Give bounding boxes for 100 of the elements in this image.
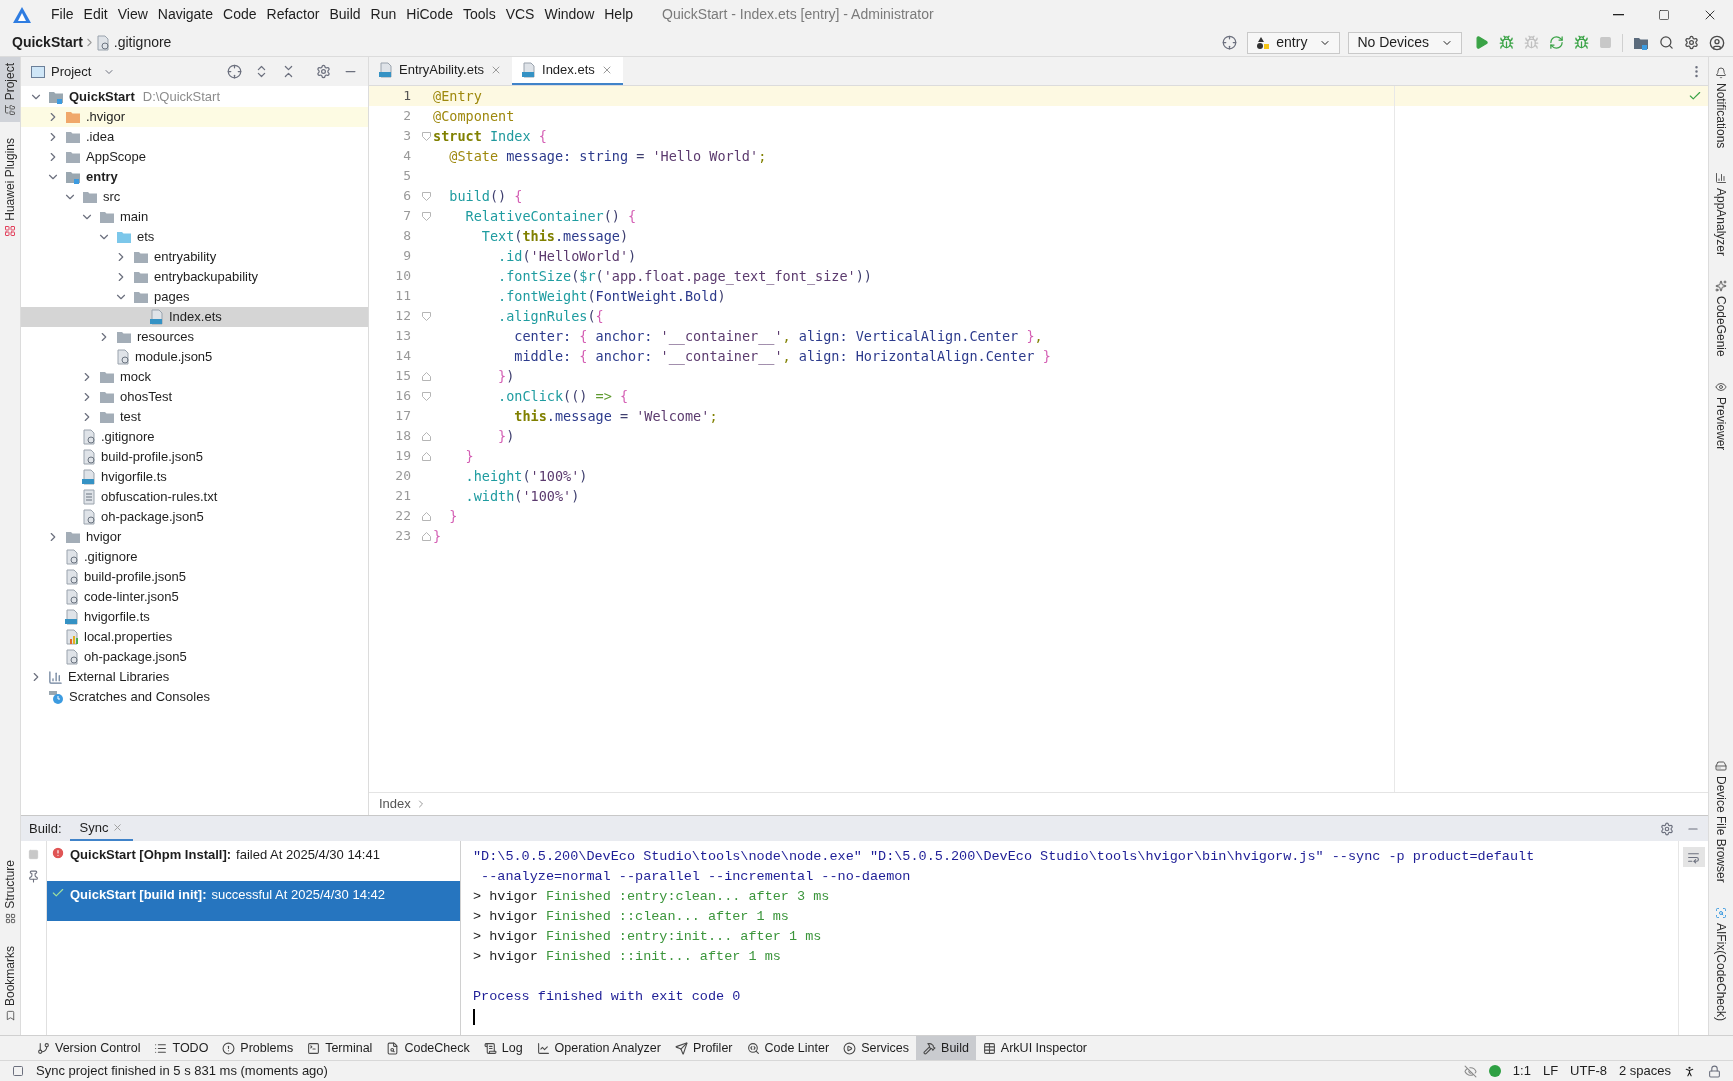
tree-item[interactable]: entrybackupability (21, 267, 368, 287)
profile-icon[interactable] (1574, 35, 1589, 50)
menu-item[interactable]: Code (218, 4, 262, 25)
module-dropdown[interactable]: entry (1247, 31, 1341, 54)
tool-window-button[interactable]: Operation Analyzer (529, 1035, 668, 1061)
caret-position[interactable]: 1:1 (1512, 1061, 1531, 1081)
tool-window-button[interactable]: Log (476, 1035, 530, 1061)
tool-window-tab[interactable]: Huawei Plugins (0, 132, 20, 244)
tree-item[interactable]: Scratches and Consoles (21, 687, 368, 707)
tree-item[interactable]: oh-package.json5 (21, 647, 368, 667)
menu-item[interactable]: VCS (500, 4, 540, 25)
editor-tab[interactable]: Index.ets (512, 57, 623, 85)
menu-item[interactable]: Build (324, 4, 366, 25)
tool-window-button[interactable]: CodeCheck (379, 1035, 477, 1061)
tree-item[interactable]: resources (21, 327, 368, 347)
tree-item[interactable]: main (21, 207, 368, 227)
panel-title[interactable]: Project (51, 61, 92, 82)
tool-window-tab[interactable]: Previewer (1709, 375, 1733, 457)
tree-item[interactable]: .gitignore (21, 427, 368, 447)
lock-icon[interactable] (1708, 1064, 1721, 1078)
tool-window-button[interactable]: Version Control (30, 1035, 148, 1061)
close-tab-icon[interactable] (490, 64, 502, 76)
tree-item[interactable]: oh-package.json5 (21, 507, 368, 527)
tree-item[interactable]: mock (21, 367, 368, 387)
menu-item[interactable]: Edit (78, 4, 113, 25)
tool-window-button[interactable]: Profiler (667, 1035, 740, 1061)
tool-window-tab[interactable]: AppAnalyzer (1709, 166, 1733, 263)
menu-item[interactable]: View (112, 4, 153, 25)
fold-marker-icon[interactable] (421, 191, 431, 201)
menu-item[interactable]: Tools (457, 4, 501, 25)
tree-item[interactable]: entryability (21, 247, 368, 267)
tool-window-tab[interactable]: CodeGenie (1709, 274, 1733, 364)
build-event[interactable]: QuickStart [build init]: successful At 2025/4/30 14:42 (47, 881, 460, 921)
editor-tab[interactable]: EntryAbility.ets (369, 57, 512, 85)
tree-item[interactable]: module.json5 (21, 347, 368, 367)
accessibility-icon[interactable] (1683, 1064, 1696, 1078)
tree-item[interactable]: QuickStart D:\QuickStart (21, 87, 368, 107)
close-tab-icon[interactable] (112, 822, 124, 833)
tree-item[interactable]: hvigor (21, 527, 368, 547)
tool-window-button[interactable]: Terminal (300, 1035, 380, 1061)
tool-window-button[interactable]: Problems (215, 1035, 301, 1061)
tool-window-tab[interactable]: Device File Browser (1709, 754, 1733, 889)
tree-item[interactable]: External Libraries (21, 667, 368, 687)
tree-item[interactable]: pages (21, 287, 368, 307)
search-icon[interactable] (1659, 35, 1674, 50)
tool-window-tab[interactable]: AIFix(CodeCheck) (1709, 900, 1733, 1027)
tree-item[interactable]: Index.ets (21, 307, 368, 327)
menu-item[interactable]: Window (539, 4, 600, 25)
tree-item[interactable]: build-profile.json5 (21, 447, 368, 467)
indent-setting[interactable]: 2 spaces (1618, 1061, 1671, 1081)
tree-item[interactable]: ets (21, 227, 368, 247)
apply-changes-icon[interactable] (1549, 35, 1564, 50)
tool-window-tab[interactable]: Notifications (1709, 61, 1733, 155)
build-tab[interactable]: Sync (69, 816, 134, 841)
menu-item[interactable]: Navigate (152, 4, 219, 25)
fold-marker-icon[interactable] (421, 131, 431, 141)
line-separator[interactable]: LF (1542, 1061, 1559, 1081)
file-encoding[interactable]: UTF-8 (1570, 1061, 1607, 1081)
settings-icon[interactable] (316, 64, 331, 79)
tool-window-tab[interactable]: Bookmarks (0, 939, 20, 1027)
menu-item[interactable]: Refactor (261, 4, 325, 25)
tool-window-tab[interactable]: Project (0, 57, 20, 123)
tool-window-tab[interactable]: Structure (0, 854, 20, 930)
tree-item[interactable]: hvigorfile.ts (21, 467, 368, 487)
tree-item[interactable]: local.properties (21, 627, 368, 647)
tree-item[interactable]: code-linter.json5 (21, 587, 368, 607)
debug-icon[interactable] (1499, 35, 1514, 50)
tree-item[interactable]: .idea (21, 127, 368, 147)
code-breadcrumb[interactable]: Index (379, 794, 411, 814)
tool-window-button[interactable]: Code Linter (739, 1035, 837, 1061)
locate-icon[interactable] (227, 64, 242, 79)
inspections-icon[interactable] (1463, 1064, 1477, 1078)
tree-item[interactable]: entry (21, 167, 368, 187)
tool-window-button[interactable]: Build (916, 1035, 976, 1061)
soft-wrap-button[interactable] (1682, 847, 1705, 867)
tree-item[interactable]: AppScope (21, 147, 368, 167)
build-event[interactable]: QuickStart [Ohpm Install]: failed At 2025/4/30 14:41 (47, 841, 460, 881)
tool-window-button[interactable]: TODO (147, 1035, 216, 1061)
tree-item[interactable]: obfuscation-rules.txt (21, 487, 368, 507)
tree-item[interactable]: test (21, 407, 368, 427)
tree-item[interactable]: .hvigor (21, 107, 368, 127)
tree-item[interactable]: hvigorfile.ts (21, 607, 368, 627)
target-icon[interactable] (1222, 35, 1238, 50)
account-icon[interactable] (1709, 34, 1725, 51)
tool-window-button[interactable]: Services (836, 1035, 917, 1061)
toggle-panels-icon[interactable] (12, 1065, 24, 1077)
menu-item[interactable]: Help (599, 4, 639, 25)
device-dropdown[interactable]: No Devices (1348, 31, 1462, 54)
tree-item[interactable]: ohosTest (21, 387, 368, 407)
tree-item[interactable]: build-profile.json5 (21, 567, 368, 587)
menu-item[interactable]: Run (365, 4, 402, 25)
fold-marker-icon[interactable] (421, 391, 431, 401)
settings-icon[interactable] (1660, 821, 1674, 836)
menu-item[interactable]: HiCode (401, 4, 458, 25)
breadcrumb-file[interactable]: .gitignore (113, 32, 172, 53)
tree-item[interactable]: src (21, 187, 368, 207)
tree-item[interactable]: .gitignore (21, 547, 368, 567)
fold-marker-icon[interactable] (421, 311, 431, 321)
tool-window-button[interactable]: ArkUI Inspector (975, 1035, 1094, 1061)
pin-icon[interactable] (27, 870, 40, 883)
